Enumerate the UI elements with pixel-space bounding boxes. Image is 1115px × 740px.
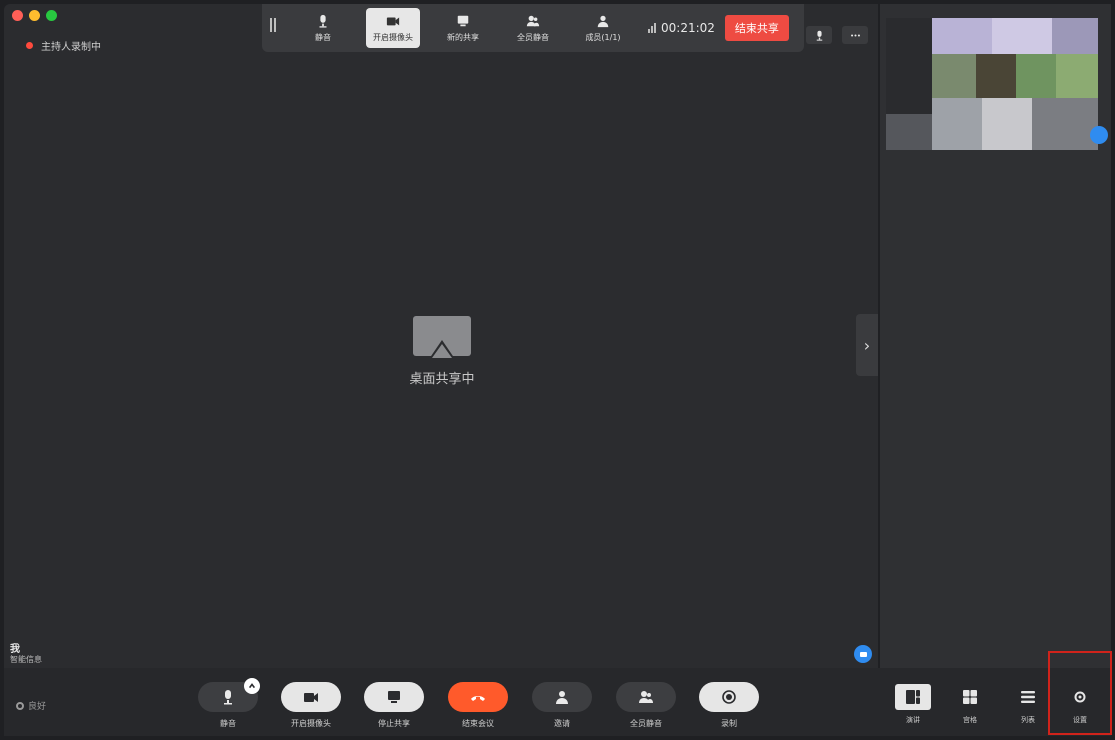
record-label: 录制 <box>721 719 737 728</box>
view-gallery-label: 宫格 <box>963 716 977 724</box>
toolbar-mute-button[interactable]: 静音 <box>296 8 350 48</box>
camera-label: 开启摄像头 <box>291 719 331 728</box>
participant-status-icon <box>1090 126 1108 144</box>
view-speaker-button[interactable]: 演讲 <box>891 684 935 725</box>
desktop-sharing-indicator: 桌面共享中 <box>370 316 514 387</box>
more-dots-icon <box>850 33 860 37</box>
chevron-up-icon <box>248 683 256 689</box>
microphone-icon <box>816 30 822 41</box>
end-meeting-label: 结束会议 <box>462 719 494 728</box>
record-icon <box>722 690 736 704</box>
view-list-label: 列表 <box>1021 716 1035 724</box>
toolbar-new-share-button[interactable]: 新的共享 <box>436 8 490 48</box>
mute-all-icon <box>639 691 653 703</box>
recording-status: 主持人录制中 <box>26 38 101 53</box>
sharing-label: 桌面共享中 <box>409 372 475 387</box>
camera-icon <box>304 693 318 702</box>
gallery-layout-icon <box>963 690 977 704</box>
speaker-layout-icon <box>906 690 920 704</box>
stop-share-label: 停止共享 <box>378 719 410 728</box>
toolbar-mute-label: 静音 <box>315 32 331 42</box>
self-name: 我 <box>10 644 20 655</box>
camera-icon <box>386 17 400 25</box>
settings-highlight-box <box>1048 651 1112 735</box>
zoom-window-button[interactable] <box>46 10 57 21</box>
microphone-icon <box>224 690 232 705</box>
network-icon <box>16 701 24 710</box>
invite-user-icon <box>556 691 568 704</box>
camera-button[interactable]: 开启摄像头 <box>279 682 343 729</box>
mute-all-icon <box>526 15 540 26</box>
toolbar-mute-all-button[interactable]: 全员静音 <box>506 8 560 48</box>
participant-video-tile[interactable] <box>886 18 1098 150</box>
screen-share-icon <box>388 691 400 703</box>
hang-up-icon <box>471 696 485 701</box>
self-info-text: 智能信息 <box>10 655 42 664</box>
recording-text: 主持人录制中 <box>41 42 101 53</box>
view-gallery-button[interactable]: 宫格 <box>948 684 992 725</box>
toolbar-mute-all-label: 全员静音 <box>517 32 549 42</box>
members-icon <box>597 15 609 27</box>
network-label: 良好 <box>28 702 47 712</box>
close-window-button[interactable] <box>12 10 23 21</box>
toolbar-members-label: 成员(1/1) <box>585 32 621 42</box>
recording-dot-icon <box>26 42 33 49</box>
toolbar-new-share-label: 新的共享 <box>447 32 479 42</box>
minimize-window-button[interactable] <box>29 10 40 21</box>
timer-text: 00:21:02 <box>661 21 715 35</box>
end-share-button[interactable]: 结束共享 <box>724 15 789 41</box>
invite-label: 邀请 <box>554 719 570 728</box>
top-share-toolbar: 静音 开启摄像头 新的共享 全员静音 成员(1/1) 00:21:02 结束共享 <box>262 4 804 52</box>
end-meeting-button[interactable]: 结束会议 <box>446 682 510 729</box>
more-options-button[interactable] <box>842 26 868 44</box>
view-speaker-label: 演讲 <box>906 716 920 724</box>
mute-all-button[interactable]: 全员静音 <box>614 682 678 729</box>
invite-button[interactable]: 邀请 <box>530 682 594 729</box>
stop-share-button[interactable]: 停止共享 <box>362 682 426 729</box>
toolbar-members-button[interactable]: 成员(1/1) <box>576 8 630 48</box>
record-button[interactable]: 录制 <box>697 682 761 729</box>
audio-options-button[interactable] <box>244 678 260 694</box>
window-controls <box>12 10 57 21</box>
microphone-icon <box>319 14 327 28</box>
chevron-right-icon: › <box>863 335 871 355</box>
toolbar-camera-label: 开启摄像头 <box>373 32 413 42</box>
toolbar-camera-button[interactable]: 开启摄像头 <box>366 8 420 48</box>
mute-all-label: 全员静音 <box>630 719 662 728</box>
list-layout-icon <box>1021 691 1035 703</box>
view-list-button[interactable]: 列表 <box>1006 684 1050 725</box>
screen-cast-icon <box>413 316 471 362</box>
quick-mic-button[interactable] <box>806 26 832 44</box>
screen-share-icon <box>457 15 469 26</box>
drag-handle-icon[interactable] <box>268 18 278 38</box>
mute-label: 静音 <box>220 719 236 728</box>
expand-panel-button[interactable]: › <box>856 314 878 376</box>
meeting-timer: 00:21:02 <box>648 21 715 35</box>
network-status: 良好 <box>16 699 46 712</box>
camera-preview-icon[interactable] <box>854 645 872 663</box>
signal-icon <box>648 23 656 33</box>
